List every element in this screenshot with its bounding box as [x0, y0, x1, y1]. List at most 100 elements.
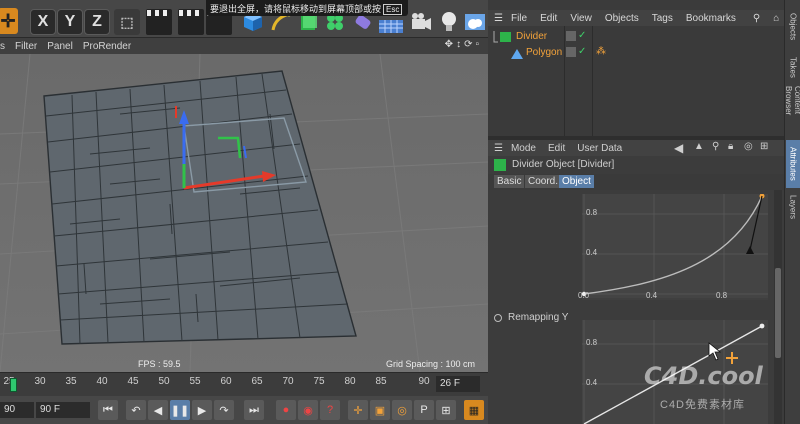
viewport-menu-filter[interactable]: Filter: [15, 41, 37, 52]
om-menu-icon[interactable]: ☰: [494, 13, 503, 24]
attributes-tabs: Basic Coord. Object: [488, 175, 784, 189]
param-key-icon[interactable]: P: [414, 400, 434, 420]
x-axis-button[interactable]: X: [30, 9, 56, 35]
object-row-divider[interactable]: Divider ✓: [488, 30, 784, 44]
next-frame-icon[interactable]: ▶: [192, 400, 212, 420]
attr-menu-mode[interactable]: Mode: [511, 143, 536, 154]
viewport-menu-prorender[interactable]: ProRender: [83, 41, 131, 52]
om-menu-bookmarks[interactable]: Bookmarks: [686, 13, 736, 24]
render-picture-queue-icon[interactable]: [178, 9, 204, 35]
back-arrow-icon[interactable]: ◀: [674, 141, 683, 155]
tab-basic[interactable]: Basic: [494, 175, 525, 188]
rotate-key-icon[interactable]: ◎: [392, 400, 412, 420]
sky-icon[interactable]: [462, 9, 488, 35]
esc-key-badge: Esc: [383, 4, 403, 15]
search-icon[interactable]: ⚲: [712, 141, 719, 152]
remapping-y-label: Remapping Y: [508, 312, 569, 323]
current-frame-field[interactable]: 26 F: [436, 376, 480, 392]
attributes-scrollbar[interactable]: [774, 190, 782, 424]
light-icon[interactable]: [436, 9, 462, 35]
maximize-view-icon[interactable]: ▫: [475, 39, 482, 50]
camera-icon[interactable]: [408, 9, 434, 35]
object-list[interactable]: Divider ✓ Polygon ✓ ⁂: [488, 26, 784, 136]
object-name[interactable]: Polygon: [526, 47, 562, 58]
3d-viewport[interactable]: FPS : 59.5 Grid Spacing : 100 cm: [0, 54, 488, 372]
layer-icon[interactable]: [566, 31, 576, 41]
timeline-tick: 85: [375, 376, 387, 387]
keyframe-selection-icon[interactable]: ?: [320, 400, 340, 420]
dock-tab-content-browser[interactable]: Content Browser: [786, 86, 800, 136]
world-coords-icon[interactable]: ⬚: [114, 9, 140, 35]
object-manager-menubar: ☰ File Edit View Objects Tags Bookmarks …: [488, 10, 784, 26]
om-menu-file[interactable]: File: [511, 13, 527, 24]
attr-menu-edit[interactable]: Edit: [548, 143, 565, 154]
play-icon[interactable]: ❚❚: [170, 400, 190, 420]
watermark-subtitle: C4D免费素材库: [660, 399, 746, 411]
om-menu-objects[interactable]: Objects: [605, 13, 639, 24]
film-icon[interactable]: ▦: [464, 400, 484, 420]
y-axis-button[interactable]: Y: [57, 9, 83, 35]
x-tick: 0.0: [578, 291, 590, 300]
autokey-icon[interactable]: ◉: [298, 400, 318, 420]
target-icon[interactable]: ◎: [744, 141, 753, 152]
dock-tab-objects[interactable]: Objects: [786, 6, 800, 48]
search-icon[interactable]: ⚲: [753, 13, 760, 24]
new-panel-icon[interactable]: ⊞: [760, 141, 768, 152]
scrollbar-thumb[interactable]: [775, 268, 781, 358]
pla-icon[interactable]: ⊞: [436, 400, 456, 420]
dock-tab-layers[interactable]: Layers: [786, 192, 800, 222]
main-toolbar: ✛ X Y Z ⬚ 要退出全屏，请将鼠标移动到屏幕顶部或按 Esc: [0, 0, 488, 38]
tag-icon[interactable]: ⁂: [596, 46, 606, 57]
tab-object[interactable]: Object: [559, 175, 594, 188]
attr-menu-user-data[interactable]: User Data: [577, 143, 622, 154]
go-to-start-icon[interactable]: ⏮: [98, 400, 118, 420]
object-row-polygon[interactable]: Polygon ✓ ⁂: [488, 46, 784, 60]
z-axis-button[interactable]: Z: [84, 9, 110, 35]
dock-tab-attributes[interactable]: Attributes: [786, 140, 800, 188]
move-icon[interactable]: ✛: [0, 8, 18, 34]
move-view-icon[interactable]: ✥: [445, 39, 456, 50]
object-name[interactable]: Divider: [516, 31, 547, 42]
remapping-y-radio[interactable]: [494, 314, 502, 322]
rotate-view-icon[interactable]: ⟳: [464, 39, 475, 50]
prev-key-icon[interactable]: ↶: [126, 400, 146, 420]
attributes-header: Divider Object [Divider]: [488, 156, 784, 174]
timeline-playhead[interactable]: [10, 378, 17, 392]
timeline[interactable]: 25 30 35 40 45 50 55 60 65 70 75 80 85 9…: [0, 372, 488, 396]
x-tick: 0.8: [716, 291, 728, 300]
start-frame-field[interactable]: 90: [0, 402, 34, 418]
timeline-tick: 90: [418, 376, 430, 387]
viewport-scene: [0, 54, 488, 372]
up-arrow-icon[interactable]: ▲: [694, 141, 704, 152]
attr-menu-icon[interactable]: ☰: [494, 143, 503, 154]
dock-tab-takes[interactable]: Takes: [786, 52, 800, 82]
move-key-icon[interactable]: ✛: [348, 400, 368, 420]
timeline-ruler[interactable]: 25 30 35 40 45 50 55 60 65 70 75 80 85 9…: [0, 375, 440, 395]
om-menu-tags[interactable]: Tags: [652, 13, 673, 24]
watermark-logo: C4D.cool: [644, 362, 763, 390]
divided-plane-object[interactable]: [43, 70, 357, 345]
zoom-view-icon[interactable]: ↕: [456, 39, 464, 50]
object-manager-top-strip: [488, 0, 784, 10]
lock-icon[interactable]: 🔒︎: [728, 141, 733, 152]
viewport-menu-item[interactable]: s: [0, 41, 5, 52]
attributes-title: Divider Object [Divider]: [512, 159, 615, 170]
checkmark-icon[interactable]: ✓: [578, 46, 586, 57]
tab-coord[interactable]: Coord.: [525, 175, 562, 188]
scale-key-icon[interactable]: ▣: [370, 400, 390, 420]
next-key-icon[interactable]: ↷: [214, 400, 234, 420]
remapping-x-spline-graph[interactable]: 0.8 0.4 0.0 0.4 0.8: [578, 193, 768, 300]
end-frame-field[interactable]: 90 F: [36, 402, 90, 418]
checkmark-icon[interactable]: ✓: [578, 30, 586, 41]
om-menu-view[interactable]: View: [570, 13, 592, 24]
viewport-menu-panel[interactable]: Panel: [47, 41, 73, 52]
record-icon[interactable]: ●: [276, 400, 296, 420]
layer-icon[interactable]: [566, 47, 576, 57]
go-to-end-icon[interactable]: ⏭: [244, 400, 264, 420]
render-view-icon[interactable]: [146, 9, 172, 35]
viewport-menubar: s Filter Panel ProRender ✥↕⟳▫: [0, 38, 488, 54]
prev-frame-icon[interactable]: ◀: [148, 400, 168, 420]
om-menu-edit[interactable]: Edit: [540, 13, 557, 24]
home-icon[interactable]: ⌂: [773, 13, 779, 24]
y-tick: 0.8: [586, 338, 598, 347]
